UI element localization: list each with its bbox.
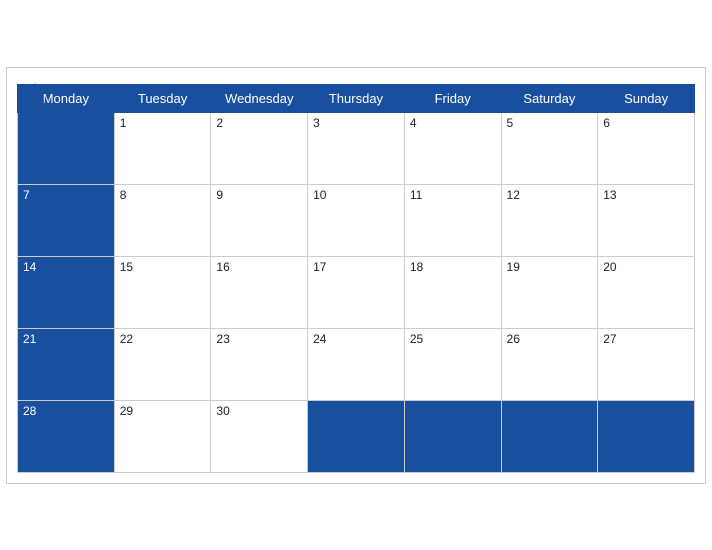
logo-area [17, 78, 53, 106]
weekday-header-sunday: Sunday [598, 84, 695, 112]
calendar-cell: 5 [501, 112, 598, 184]
date-number: 6 [603, 116, 610, 130]
calendar-cell: 2 [211, 112, 308, 184]
calendar-cell: 28 [18, 400, 115, 472]
calendar-cell: 4 [404, 112, 501, 184]
calendar-cell: 6 [598, 112, 695, 184]
calendar-container: MondayTuesdayWednesdayThursdayFridaySatu… [6, 67, 706, 484]
calendar-cell [18, 112, 115, 184]
date-number: 8 [120, 188, 127, 202]
date-number: 9 [216, 188, 223, 202]
date-number: 12 [507, 188, 520, 202]
calendar-cell: 8 [114, 184, 211, 256]
date-number: 26 [507, 332, 520, 346]
calendar-cell [404, 400, 501, 472]
date-number: 7 [23, 188, 30, 202]
calendar-week-row-4: 21 22 23 24 25 26 27 [18, 328, 695, 400]
calendar-cell: 22 [114, 328, 211, 400]
date-number: 16 [216, 260, 229, 274]
date-number: 24 [313, 332, 326, 346]
calendar-cell: 12 [501, 184, 598, 256]
calendar-table: MondayTuesdayWednesdayThursdayFridaySatu… [17, 84, 695, 473]
date-number: 4 [410, 116, 417, 130]
calendar-cell: 27 [598, 328, 695, 400]
calendar-week-row-3: 14 15 16 17 18 19 20 [18, 256, 695, 328]
date-number: 30 [216, 404, 229, 418]
calendar-cell: 18 [404, 256, 501, 328]
weekday-header-thursday: Thursday [308, 84, 405, 112]
date-number: 28 [23, 404, 36, 418]
calendar-cell: 21 [18, 328, 115, 400]
calendar-cell: 9 [211, 184, 308, 256]
calendar-cell [308, 400, 405, 472]
date-number: 18 [410, 260, 423, 274]
generalblue-logo-icon [17, 78, 53, 106]
calendar-week-row-1: 1 2 3 4 5 6 [18, 112, 695, 184]
date-number: 21 [23, 332, 36, 346]
weekday-header-friday: Friday [404, 84, 501, 112]
weekday-header-wednesday: Wednesday [211, 84, 308, 112]
calendar-cell: 11 [404, 184, 501, 256]
calendar-cell [598, 400, 695, 472]
date-number: 27 [603, 332, 616, 346]
date-number: 25 [410, 332, 423, 346]
calendar-week-row-5: 28 29 30 [18, 400, 695, 472]
calendar-cell: 20 [598, 256, 695, 328]
calendar-cell: 13 [598, 184, 695, 256]
calendar-cell: 14 [18, 256, 115, 328]
date-number: 1 [120, 116, 127, 130]
date-number: 5 [507, 116, 514, 130]
calendar-cell [501, 400, 598, 472]
date-number: 15 [120, 260, 133, 274]
date-number: 13 [603, 188, 616, 202]
calendar-cell: 17 [308, 256, 405, 328]
calendar-cell: 3 [308, 112, 405, 184]
date-number: 23 [216, 332, 229, 346]
date-number: 3 [313, 116, 320, 130]
calendar-cell: 24 [308, 328, 405, 400]
date-number: 11 [410, 188, 422, 202]
date-number: 10 [313, 188, 326, 202]
calendar-cell: 1 [114, 112, 211, 184]
date-number: 20 [603, 260, 616, 274]
weekday-header-row: MondayTuesdayWednesdayThursdayFridaySatu… [18, 84, 695, 112]
calendar-cell: 25 [404, 328, 501, 400]
calendar-cell: 10 [308, 184, 405, 256]
calendar-cell: 19 [501, 256, 598, 328]
calendar-cell: 16 [211, 256, 308, 328]
calendar-cell: 7 [18, 184, 115, 256]
calendar-cell: 23 [211, 328, 308, 400]
date-number: 2 [216, 116, 223, 130]
date-number: 29 [120, 404, 133, 418]
weekday-header-saturday: Saturday [501, 84, 598, 112]
date-number: 14 [23, 260, 36, 274]
calendar-cell: 15 [114, 256, 211, 328]
calendar-cell: 26 [501, 328, 598, 400]
calendar-cell: 29 [114, 400, 211, 472]
date-number: 17 [313, 260, 326, 274]
date-number: 19 [507, 260, 520, 274]
weekday-header-tuesday: Tuesday [114, 84, 211, 112]
date-number: 22 [120, 332, 133, 346]
calendar-cell: 30 [211, 400, 308, 472]
calendar-week-row-2: 7 8 9 10 11 12 13 [18, 184, 695, 256]
